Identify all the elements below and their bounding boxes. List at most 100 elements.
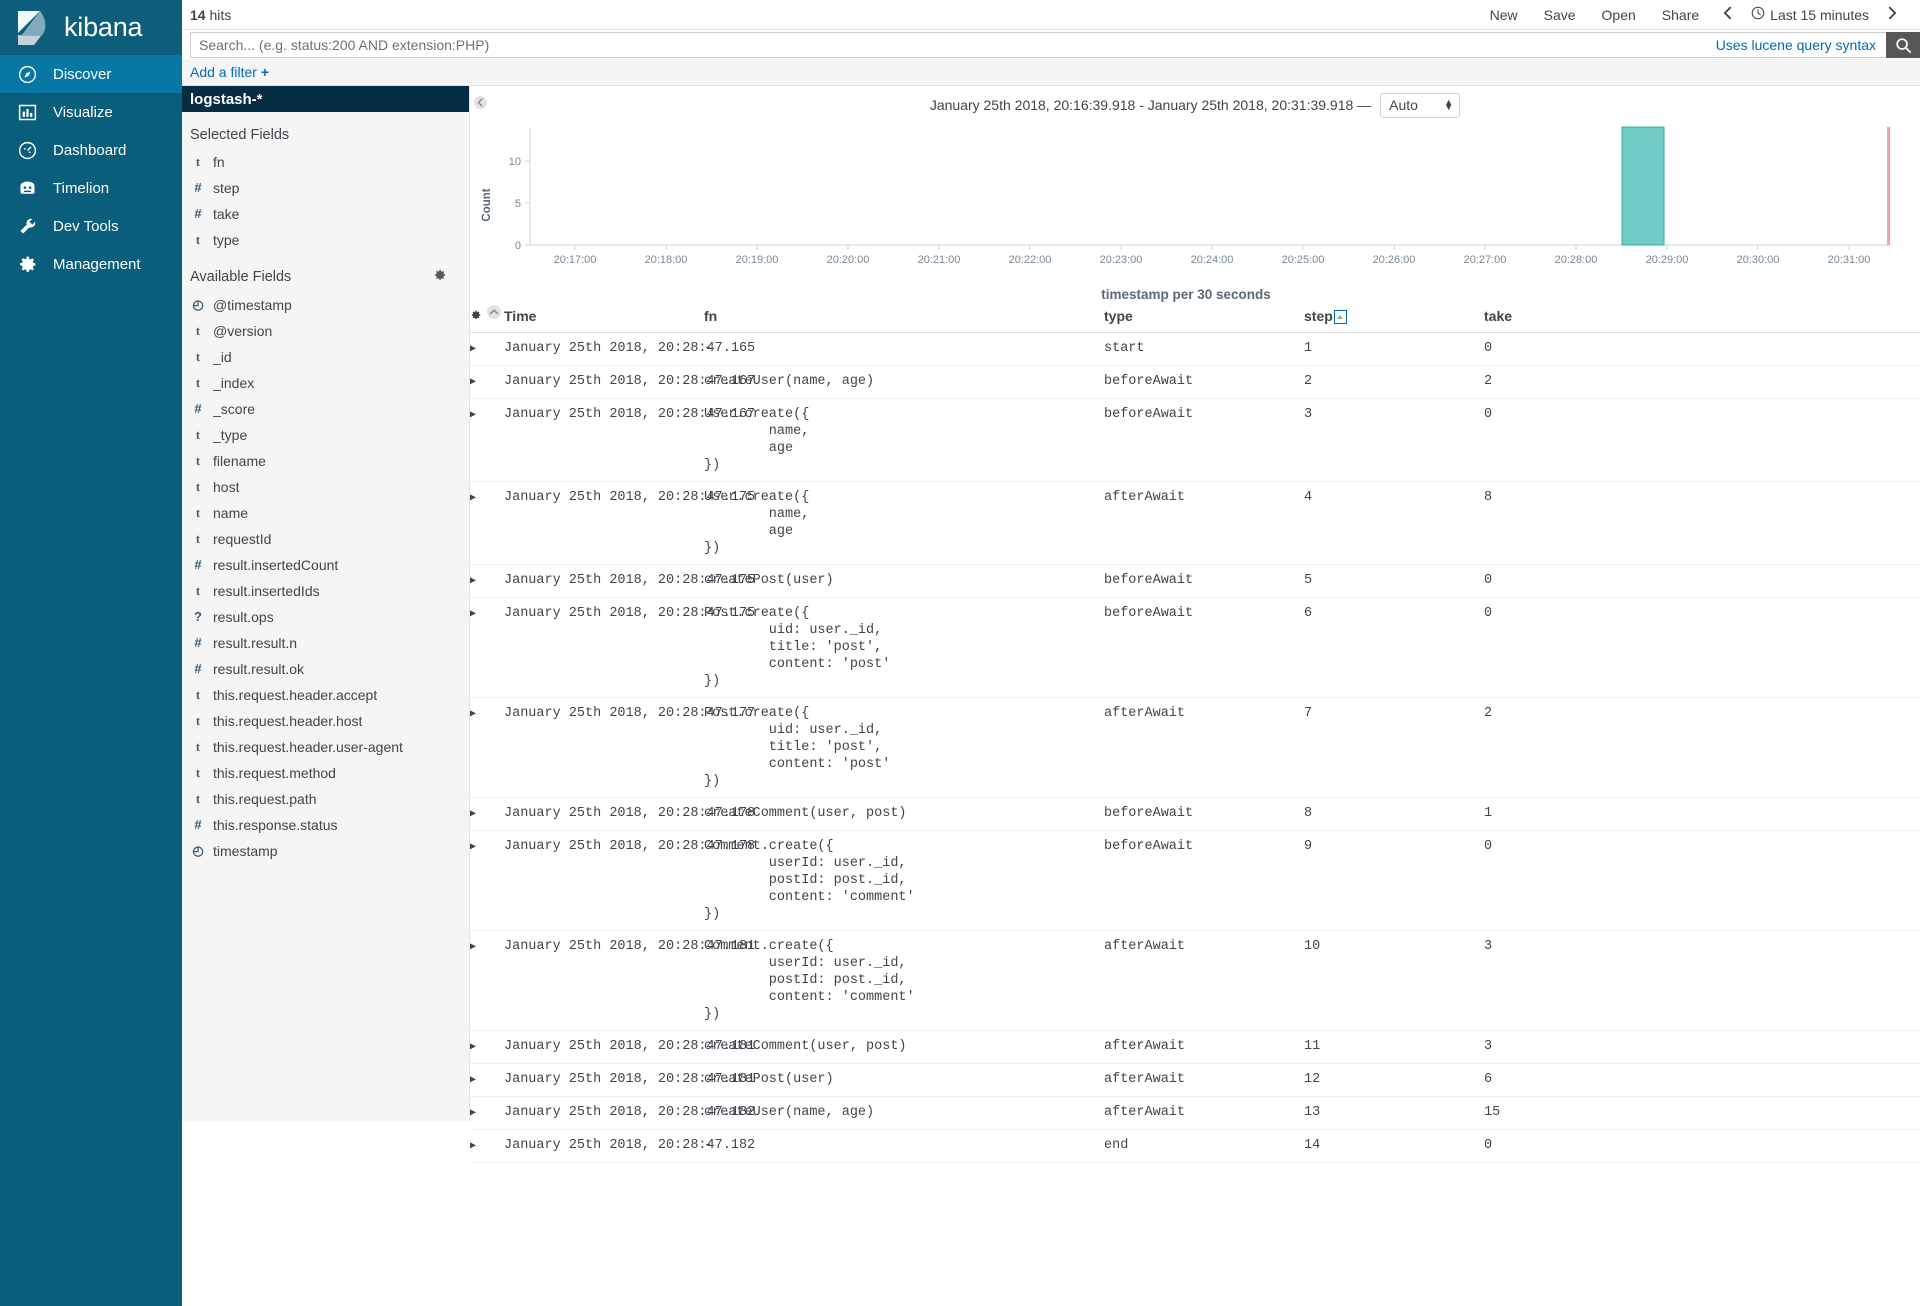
field-item[interactable]: #result.insertedCount [182, 552, 469, 578]
save-button[interactable]: Save [1531, 0, 1589, 30]
field-item[interactable]: ?result.ops [182, 604, 469, 630]
column-header-take[interactable]: take [1484, 300, 1920, 333]
sidebar-item-visualize[interactable]: Visualize [0, 93, 182, 131]
expand-caret-icon[interactable]: ▶ [470, 374, 476, 391]
field-item[interactable]: t@version [182, 318, 469, 344]
sidebar-item-dev-tools[interactable]: Dev Tools [0, 207, 182, 245]
expand-caret-icon[interactable]: ▶ [470, 1105, 476, 1122]
expand-row-cell[interactable]: ▶ [470, 598, 504, 698]
field-item[interactable]: trequestId [182, 526, 469, 552]
column-header-step[interactable]: step [1304, 300, 1484, 333]
lucene-syntax-link[interactable]: Uses lucene query syntax [1706, 37, 1886, 53]
sidebar-item-discover[interactable]: Discover [0, 55, 182, 93]
expand-caret-icon[interactable]: ▶ [470, 1072, 476, 1089]
field-item[interactable]: tresult.insertedIds [182, 578, 469, 604]
column-header-type[interactable]: type [1104, 300, 1304, 333]
expand-row-cell[interactable]: ▶ [470, 1130, 504, 1163]
field-type-icon: t [192, 530, 204, 548]
field-item[interactable]: tfilename [182, 448, 469, 474]
sort-ascending-button[interactable] [1334, 310, 1347, 324]
expand-row-cell[interactable]: ▶ [470, 1097, 504, 1130]
interval-select[interactable]: Auto ▲▼ [1380, 93, 1460, 118]
field-item[interactable]: tthis.request.path [182, 786, 469, 812]
expand-caret-icon[interactable]: ▶ [470, 706, 476, 723]
histogram-chart[interactable]: 0 5 10 Count [470, 120, 1920, 300]
expand-caret-icon[interactable]: ▶ [470, 573, 476, 590]
expand-row-cell[interactable]: ▶ [470, 1031, 504, 1064]
expand-caret-icon[interactable]: ▶ [470, 939, 476, 956]
table-row[interactable]: ▶January 25th 2018, 20:28:47.167User.cre… [470, 399, 1920, 482]
field-item[interactable]: t_id [182, 344, 469, 370]
field-item[interactable]: tthis.request.header.host [182, 708, 469, 734]
chevron-right-icon[interactable] [1877, 6, 1908, 24]
table-row[interactable]: ▶January 25th 2018, 20:28:47.165-start10 [470, 333, 1920, 366]
search-button[interactable] [1886, 32, 1920, 58]
field-item[interactable]: tthis.request.header.user-agent [182, 734, 469, 760]
expand-caret-icon[interactable]: ▶ [470, 606, 476, 623]
expand-row-cell[interactable]: ▶ [470, 565, 504, 598]
field-item[interactable]: #this.response.status [182, 812, 469, 838]
search-input[interactable] [191, 33, 1706, 57]
expand-caret-icon[interactable]: ▶ [470, 407, 476, 424]
table-row[interactable]: ▶January 25th 2018, 20:28:47.177Post.cre… [470, 698, 1920, 798]
index-pattern-selector[interactable]: logstash-* [182, 86, 469, 112]
expand-row-cell[interactable]: ▶ [470, 366, 504, 399]
expand-row-cell[interactable]: ▶ [470, 831, 504, 931]
expand-row-cell[interactable]: ▶ [470, 1064, 504, 1097]
expand-caret-icon[interactable]: ▶ [470, 341, 476, 358]
field-item[interactable]: #result.result.n [182, 630, 469, 656]
sidebar-item-timelion[interactable]: Timelion [0, 169, 182, 207]
field-item[interactable]: #take [182, 201, 469, 227]
expand-row-cell[interactable]: ▶ [470, 333, 504, 366]
field-item[interactable]: t_index [182, 370, 469, 396]
field-item[interactable]: #step [182, 175, 469, 201]
table-row[interactable]: ▶January 25th 2018, 20:28:47.178createCo… [470, 798, 1920, 831]
field-item[interactable]: tthis.request.header.accept [182, 682, 469, 708]
add-filter-button[interactable]: Add a filter + [190, 64, 269, 80]
expand-caret-icon[interactable]: ▶ [470, 806, 476, 823]
expand-row-cell[interactable]: ▶ [470, 698, 504, 798]
column-header-time[interactable]: Time [504, 300, 704, 333]
share-button[interactable]: Share [1649, 0, 1712, 30]
field-item[interactable]: thost [182, 474, 469, 500]
field-item[interactable]: t_type [182, 422, 469, 448]
table-row[interactable]: ▶January 25th 2018, 20:28:47.178Comment.… [470, 831, 1920, 931]
expand-row-cell[interactable]: ▶ [470, 399, 504, 482]
expand-caret-icon[interactable]: ▶ [470, 1039, 476, 1056]
field-item[interactable]: ◴@timestamp [182, 292, 469, 318]
collapse-up-icon[interactable] [486, 304, 502, 320]
time-picker-button[interactable]: Last 15 minutes [1743, 6, 1877, 23]
expand-row-cell[interactable]: ▶ [470, 931, 504, 1031]
table-row[interactable]: ▶January 25th 2018, 20:28:47.181Comment.… [470, 931, 1920, 1031]
sidebar-item-dashboard[interactable]: Dashboard [0, 131, 182, 169]
field-item[interactable]: tthis.request.method [182, 760, 469, 786]
expand-row-cell[interactable]: ▶ [470, 798, 504, 831]
table-row[interactable]: ▶January 25th 2018, 20:28:47.175User.cre… [470, 482, 1920, 565]
expand-row-cell[interactable]: ▶ [470, 482, 504, 565]
field-settings-gear-icon[interactable] [433, 268, 447, 286]
expand-caret-icon[interactable]: ▶ [470, 1138, 476, 1155]
kibana-brand[interactable]: kibana [0, 0, 182, 55]
table-row[interactable]: ▶January 25th 2018, 20:28:47.181createCo… [470, 1031, 1920, 1064]
gear-icon[interactable] [470, 308, 482, 324]
table-row[interactable]: ▶January 25th 2018, 20:28:47.182-end140 [470, 1130, 1920, 1163]
expand-caret-icon[interactable]: ▶ [470, 839, 476, 856]
field-item[interactable]: tname [182, 500, 469, 526]
table-row[interactable]: ▶January 25th 2018, 20:28:47.181createPo… [470, 1064, 1920, 1097]
field-item[interactable]: ttype [182, 227, 469, 253]
expand-caret-icon[interactable]: ▶ [470, 490, 476, 507]
table-row[interactable]: ▶January 25th 2018, 20:28:47.167createUs… [470, 366, 1920, 399]
table-row[interactable]: ▶January 25th 2018, 20:28:47.175Post.cre… [470, 598, 1920, 698]
new-button[interactable]: New [1477, 0, 1531, 30]
field-item[interactable]: ◴timestamp [182, 838, 469, 864]
collapse-left-icon[interactable] [473, 95, 488, 110]
field-item[interactable]: tfn [182, 149, 469, 175]
chevron-left-icon[interactable] [1712, 6, 1743, 24]
sidebar-item-management[interactable]: Management [0, 245, 182, 283]
field-item[interactable]: #result.result.ok [182, 656, 469, 682]
table-row[interactable]: ▶January 25th 2018, 20:28:47.175createPo… [470, 565, 1920, 598]
field-item[interactable]: #_score [182, 396, 469, 422]
table-row[interactable]: ▶January 25th 2018, 20:28:47.182createUs… [470, 1097, 1920, 1130]
open-button[interactable]: Open [1589, 0, 1649, 30]
column-header-fn[interactable]: fn [704, 300, 1104, 333]
